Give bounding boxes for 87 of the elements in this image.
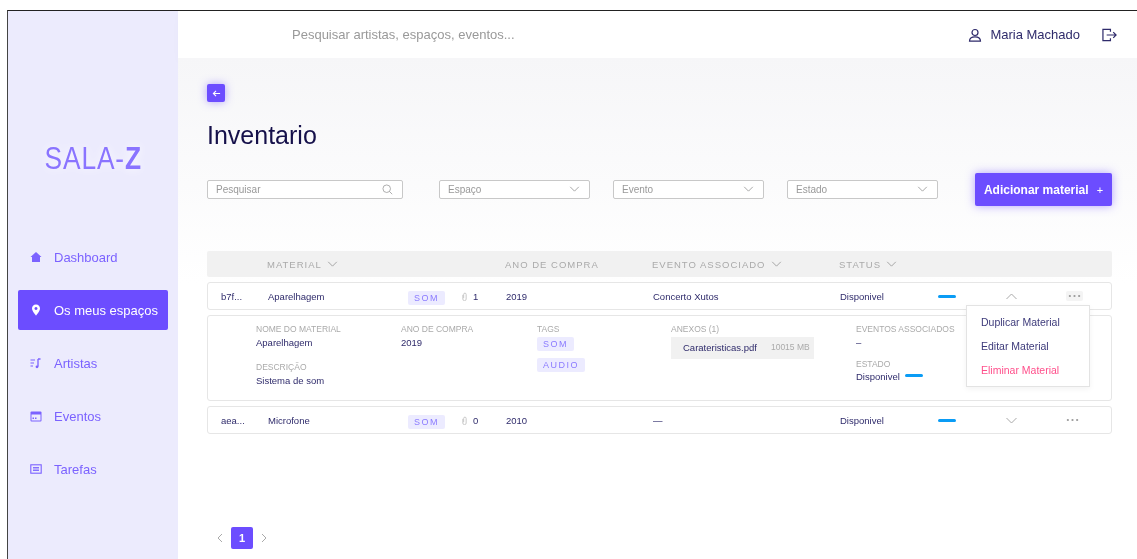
more-button[interactable] bbox=[1066, 418, 1079, 422]
field-value: Sistema de som bbox=[256, 375, 325, 386]
file-name: Carateristicas.pdf bbox=[683, 342, 757, 353]
calendar-icon bbox=[30, 410, 42, 422]
table-cell-text: — bbox=[653, 414, 664, 426]
page-button[interactable]: 1 bbox=[231, 527, 253, 549]
attachment-count: 0 bbox=[473, 414, 479, 426]
paperclip-icon bbox=[462, 291, 467, 301]
more-icon bbox=[1068, 294, 1081, 298]
column-header[interactable]: ANO DE COMPRA bbox=[505, 258, 652, 270]
table-cell-text: b7f... bbox=[221, 290, 244, 302]
sort-icon bbox=[886, 261, 898, 267]
sidebar-item[interactable]: Dashboard bbox=[18, 237, 168, 277]
search-field[interactable]: Pesquisar artistas, espaços, eventos... bbox=[290, 26, 969, 43]
table-cell-text: Microfone bbox=[268, 414, 311, 426]
chevron-up-icon bbox=[1005, 292, 1018, 300]
table-cell-text: Aparelhagem bbox=[268, 290, 326, 302]
file-attachment[interactable]: Carateristicas.pdf 10015 MB bbox=[671, 337, 814, 359]
field-value: Disponivel bbox=[856, 371, 900, 382]
table-cell-text: 2010 bbox=[506, 414, 529, 426]
arrow-left-icon bbox=[211, 88, 221, 98]
field-value: 2019 bbox=[401, 337, 423, 348]
column-header[interactable]: STATUS bbox=[839, 258, 937, 270]
more-icon bbox=[1066, 418, 1079, 422]
menu-item[interactable]: Duplicar Material bbox=[967, 310, 1089, 334]
field-label: DESCRIÇÃO bbox=[256, 362, 307, 372]
filter-dropdown[interactable]: Estado bbox=[787, 180, 938, 199]
tag: SOM bbox=[537, 337, 574, 351]
sidebar-item[interactable]: Os meus espaços bbox=[18, 290, 168, 330]
table-row[interactable]: b7f... Aparelhagem SOM 1 2019 Concerto Xutos Disponivel bbox=[207, 282, 1112, 310]
filter-dropdown[interactable]: Espaço bbox=[439, 180, 590, 199]
expand-button[interactable] bbox=[1005, 416, 1018, 424]
menu-item[interactable]: Editar Material bbox=[967, 334, 1089, 358]
next-page-button[interactable] bbox=[261, 533, 267, 543]
chevron-right-icon bbox=[261, 533, 267, 543]
column-header[interactable]: MATERIAL bbox=[267, 258, 461, 270]
collapse-button[interactable] bbox=[1005, 292, 1018, 300]
sort-icon bbox=[326, 261, 338, 267]
table-cell-text: Concerto Xutos bbox=[653, 290, 720, 302]
chevron-left-icon bbox=[217, 533, 223, 543]
more-button[interactable] bbox=[1066, 291, 1083, 301]
sort-icon bbox=[770, 261, 782, 267]
previous-page-button[interactable] bbox=[217, 533, 223, 543]
add-material-button[interactable]: Adicionar material + bbox=[975, 173, 1112, 206]
table-row[interactable]: aea... Microfone SOM 0 2010 — Disponivel bbox=[207, 406, 1112, 434]
logout-button[interactable] bbox=[1102, 27, 1117, 42]
table-cell-text: aea... bbox=[221, 414, 246, 426]
field-value: Aparelhagem bbox=[256, 337, 313, 348]
menu-item[interactable]: Eliminar Material bbox=[967, 358, 1089, 382]
music-list-icon bbox=[30, 357, 42, 369]
tag: SOM bbox=[408, 415, 445, 429]
table-cell-text: 2019 bbox=[506, 290, 529, 302]
table-cell-text: Disponivel bbox=[840, 414, 885, 426]
location-pin-icon bbox=[30, 304, 42, 316]
logout-icon bbox=[1102, 27, 1117, 42]
user-name: Maria Machado bbox=[990, 27, 1080, 42]
field-label: ANEXOS (1) bbox=[671, 324, 720, 334]
table-cell-text: Disponivel bbox=[840, 290, 885, 302]
list-icon bbox=[30, 463, 42, 475]
page-title: Inventario bbox=[207, 120, 318, 150]
field-label: TAGS bbox=[537, 324, 560, 334]
home-icon bbox=[30, 251, 42, 263]
chevron-down-icon bbox=[1005, 416, 1018, 424]
sidebar-item[interactable]: Tarefas bbox=[18, 449, 168, 489]
status-indicator bbox=[904, 374, 923, 377]
chevron-down-icon bbox=[917, 186, 928, 192]
field-label: ESTADO bbox=[856, 359, 891, 369]
column-header[interactable]: EVENTO ASSOCIADO bbox=[652, 258, 839, 270]
field-label: NOME DO MATERIAL bbox=[256, 324, 341, 334]
tag: AUDIO bbox=[537, 358, 585, 372]
search-icon bbox=[382, 184, 393, 195]
back-button[interactable] bbox=[207, 84, 225, 102]
attachment-count: 1 bbox=[473, 290, 479, 302]
paperclip-icon bbox=[462, 415, 467, 425]
tag: SOM bbox=[408, 291, 445, 305]
chevron-down-icon bbox=[569, 186, 580, 192]
field-label: ANO DE COMPRA bbox=[401, 324, 474, 334]
field-label: EVENTOS ASSOCIADOS bbox=[856, 324, 955, 334]
field-value: – bbox=[856, 337, 862, 348]
user-icon bbox=[968, 27, 983, 42]
sidebar-item[interactable]: Eventos bbox=[18, 396, 168, 436]
logo: SALA-Z bbox=[44, 141, 142, 177]
filter-dropdown[interactable]: Evento bbox=[613, 180, 764, 199]
file-size: 10015 MB bbox=[770, 342, 810, 353]
chevron-down-icon bbox=[743, 186, 754, 192]
search-field[interactable]: Pesquisar bbox=[207, 180, 403, 199]
sidebar-item[interactable]: Artistas bbox=[18, 343, 168, 383]
